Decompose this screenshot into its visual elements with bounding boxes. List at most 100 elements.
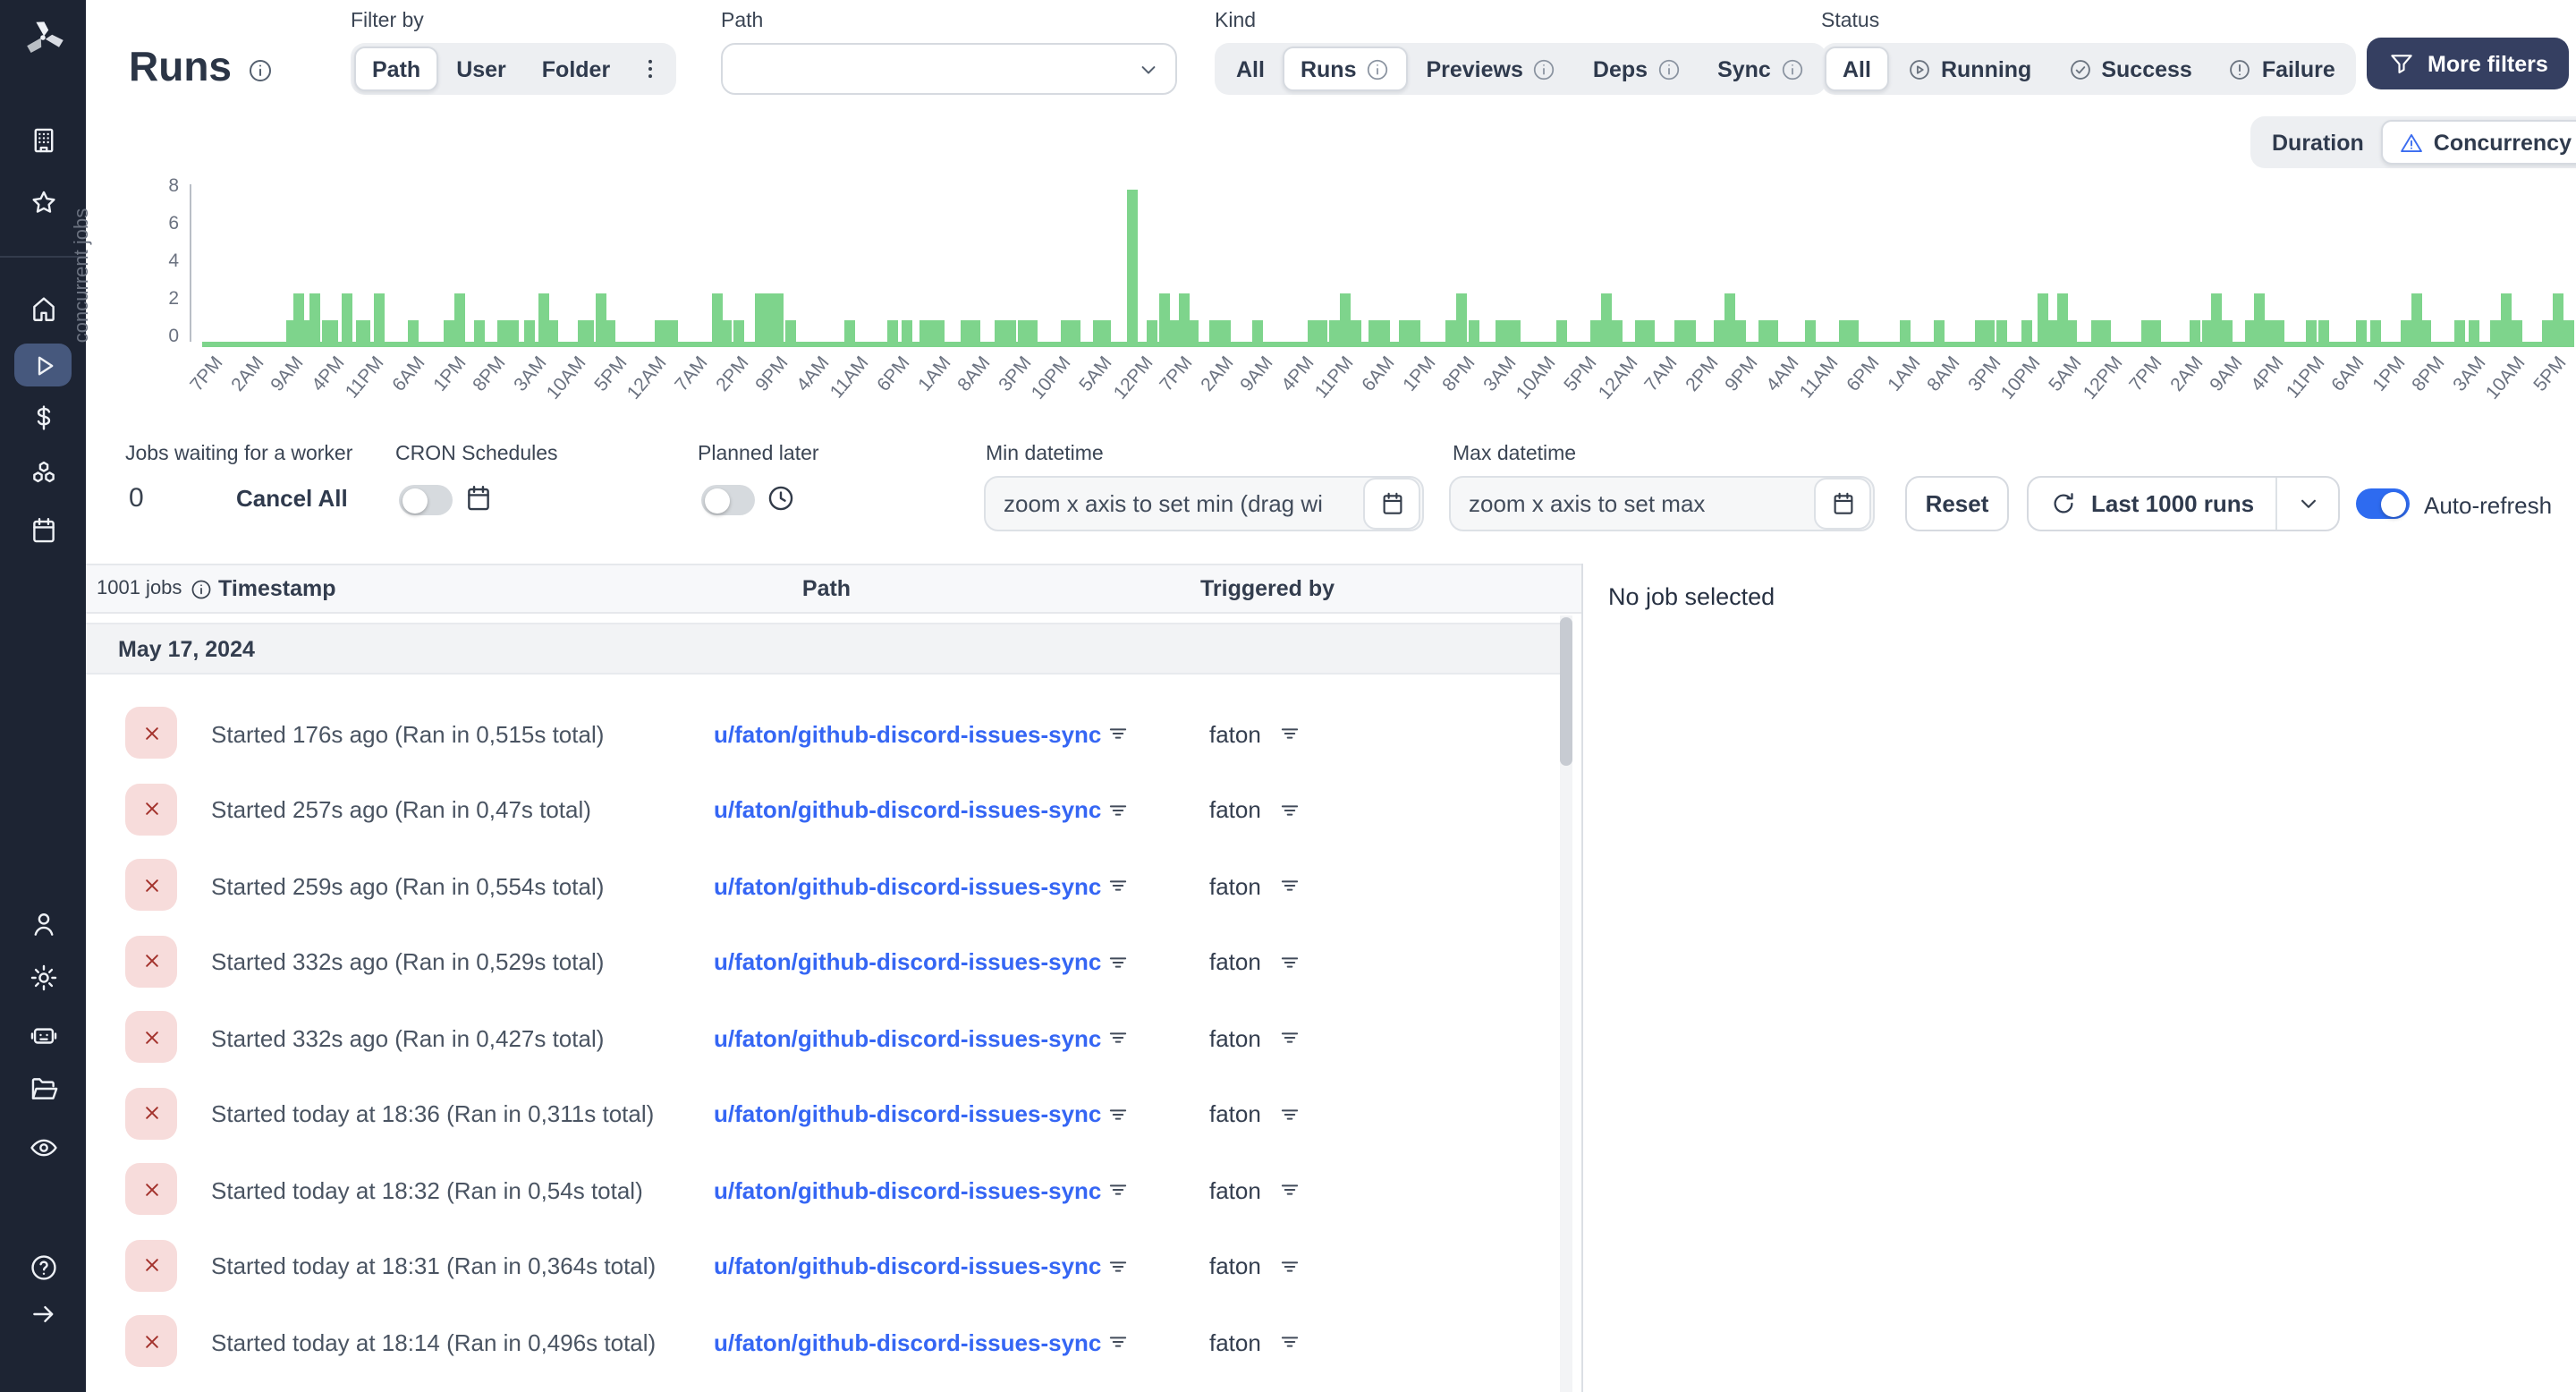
run-row[interactable]: Started today at 18:31 (Ran in 0,364s to… [86, 1229, 1560, 1304]
filter-by-more-menu[interactable] [628, 47, 673, 91]
calendar-icon[interactable] [1363, 478, 1420, 530]
filter-by-user-icon[interactable] [1277, 1330, 1302, 1364]
run-path-link[interactable]: u/faton/github-discord-issues-sync [714, 848, 1101, 923]
filter-by-user-icon[interactable] [1277, 721, 1302, 755]
sidebar-item-workspace[interactable] [0, 109, 86, 170]
run-row[interactable]: Started 332s ago (Ran in 0,427s total) u/… [86, 1000, 1560, 1075]
building-icon [33, 127, 53, 152]
sidebar-item-schedules[interactable] [0, 499, 86, 560]
filter-lines-icon [1109, 1337, 1127, 1348]
sidebar-item-settings[interactable] [0, 946, 86, 1007]
filter-lines-icon [1281, 1184, 1299, 1196]
calendar-icon[interactable] [1814, 478, 1871, 530]
chart-bar [1409, 320, 1420, 347]
sidebar-item-resources[interactable] [0, 442, 86, 503]
kind-option-previews-label: Previews [1426, 56, 1523, 81]
filter-by-option-user[interactable]: User [438, 47, 524, 91]
status-option-failure[interactable]: Failure [2210, 47, 2353, 91]
column-header-timestamp[interactable]: Timestamp [218, 565, 336, 612]
chart-xtick: 2AM [1196, 352, 1238, 396]
status-option-running[interactable]: Running [1889, 47, 2049, 91]
more-filters-button[interactable]: More filters [2367, 38, 2570, 89]
filter-by-path-icon[interactable] [1106, 721, 1131, 755]
sidebar-item-runs[interactable] [14, 344, 72, 386]
chart-bar [654, 320, 678, 347]
filter-by-path-icon[interactable] [1106, 1254, 1131, 1288]
run-path-link[interactable]: u/faton/github-discord-issues-sync [714, 1153, 1101, 1228]
run-row[interactable]: Started 257s ago (Ran in 0,47s total) u/f… [86, 772, 1560, 847]
run-row[interactable]: Started today at 18:14 (Ran in 0,496s to… [86, 1305, 1560, 1380]
filter-by-path-icon[interactable] [1106, 1330, 1131, 1364]
kind-option-deps[interactable]: Deps [1575, 47, 1699, 91]
x-icon [145, 726, 157, 739]
sidebar-item-folders[interactable] [0, 1057, 86, 1118]
scrollbar-thumb[interactable] [1560, 617, 1572, 766]
run-row[interactable]: Started 332s ago (Ran in 0,529s total) u/… [86, 924, 1560, 999]
windmill-logo[interactable] [0, 11, 86, 64]
min-datetime-input[interactable] [986, 490, 1363, 517]
chart-bar [547, 320, 558, 347]
run-path-link[interactable]: u/faton/github-discord-issues-sync [714, 924, 1101, 999]
sidebar-item-account[interactable] [0, 893, 86, 954]
sidebar-item-audit-logs[interactable] [0, 1116, 86, 1177]
job-count-text: 1001 jobs [97, 578, 182, 599]
run-row[interactable]: Started 259s ago (Ran in 0,554s total) u/… [86, 848, 1560, 923]
kind-option-sync[interactable]: Sync [1699, 47, 1823, 91]
max-datetime-input[interactable] [1451, 490, 1814, 517]
sidebar-item-expand[interactable] [0, 1283, 86, 1344]
filter-by-user-icon[interactable] [1277, 949, 1302, 983]
run-row[interactable]: Started today at 18:32 (Ran in 0,54s tot… [86, 1153, 1560, 1228]
run-path-link[interactable]: u/faton/github-discord-issues-sync [714, 696, 1101, 771]
kind-option-runs[interactable]: Runs [1282, 47, 1409, 91]
kind-option-previews[interactable]: Previews [1408, 47, 1574, 91]
filter-by-user-icon[interactable] [1277, 873, 1302, 907]
status-option-all[interactable]: All [1825, 47, 1889, 91]
run-row[interactable]: Started 176s ago (Ran in 0,515s total) u/… [86, 696, 1560, 771]
path-select[interactable] [721, 43, 1177, 95]
x-icon [145, 1259, 157, 1272]
sidebar-item-workers[interactable] [0, 1004, 86, 1065]
calendar-icon[interactable] [463, 483, 494, 522]
planned-later-toggle[interactable] [701, 485, 755, 515]
run-path-link[interactable]: u/faton/github-discord-issues-sync [714, 1077, 1101, 1152]
sidebar-item-usage[interactable] [0, 386, 86, 447]
filter-by-path-icon[interactable] [1106, 1178, 1131, 1212]
filter-by-user-icon[interactable] [1277, 1025, 1302, 1059]
run-path-link[interactable]: u/faton/github-discord-issues-sync [714, 772, 1101, 847]
reset-button[interactable]: Reset [1905, 476, 2009, 531]
info-icon[interactable] [189, 577, 212, 600]
filter-lines-icon [1281, 1032, 1299, 1044]
filter-by-option-path[interactable]: Path [354, 47, 439, 91]
filter-by-user-icon[interactable] [1277, 1178, 1302, 1212]
clock-icon[interactable] [766, 483, 796, 522]
auto-refresh-toggle[interactable] [2356, 488, 2410, 519]
cancel-all-button[interactable]: Cancel All [236, 485, 348, 512]
run-path-link[interactable]: u/faton/github-discord-issues-sync [714, 1229, 1101, 1304]
filter-by-path-icon[interactable] [1106, 1025, 1131, 1059]
kind-segmented: All Runs Previews Deps Sync [1215, 43, 1826, 95]
filter-by-user-icon[interactable] [1277, 1102, 1302, 1136]
filter-by-path-icon[interactable] [1106, 797, 1131, 831]
view-option-concurrency[interactable]: Concurrency [2381, 120, 2576, 165]
chart-xtick: 1PM [1398, 352, 1440, 396]
filter-by-user-icon[interactable] [1277, 797, 1302, 831]
chart-bar [2453, 320, 2465, 347]
kind-option-all[interactable]: All [1218, 47, 1283, 91]
filter-by-option-folder[interactable]: Folder [524, 47, 628, 91]
status-option-success[interactable]: Success [2049, 47, 2209, 91]
filter-by-path-icon[interactable] [1106, 1102, 1131, 1136]
view-option-duration[interactable]: Duration [2254, 120, 2382, 165]
filter-by-user-icon[interactable] [1277, 1254, 1302, 1288]
run-row[interactable]: Started today at 18:36 (Ran in 0,311s to… [86, 1077, 1560, 1152]
column-header-triggered-by[interactable]: Triggered by [1200, 565, 1335, 612]
cron-schedules-toggle[interactable] [399, 485, 453, 515]
info-icon[interactable] [246, 56, 273, 83]
filter-by-path-icon[interactable] [1106, 873, 1131, 907]
filter-by-path-icon[interactable] [1106, 949, 1131, 983]
column-header-path[interactable]: Path [710, 565, 943, 612]
runs-limit-button[interactable]: Last 1000 runs [2027, 476, 2341, 531]
run-path-link[interactable]: u/faton/github-discord-issues-sync [714, 1305, 1101, 1380]
concurrency-chart[interactable] [191, 184, 2574, 347]
chevron-down-icon[interactable] [2277, 490, 2338, 517]
run-path-link[interactable]: u/faton/github-discord-issues-sync [714, 1000, 1101, 1075]
